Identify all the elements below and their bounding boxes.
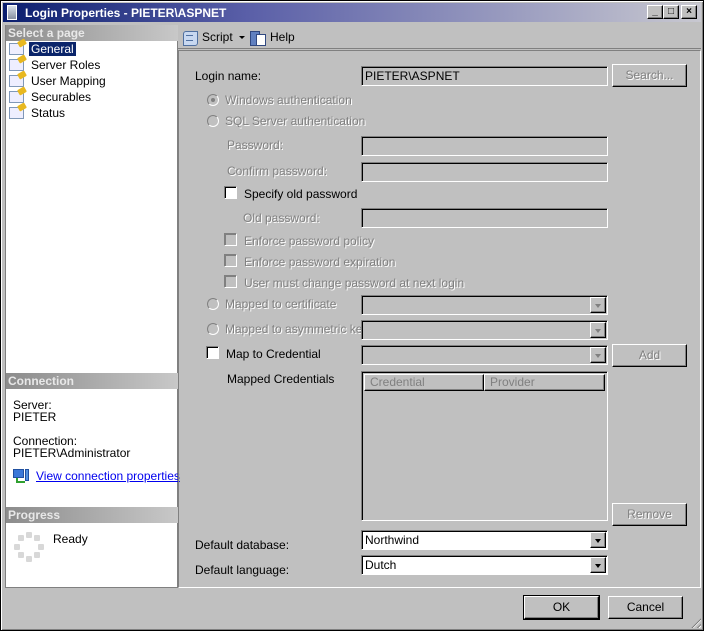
page-label: Server Roles xyxy=(31,58,101,72)
connection-value: PIETER\Administrator xyxy=(13,446,131,460)
must-change-password-label: User must change password at next login xyxy=(244,276,465,290)
view-connection-properties-text[interactable]: View connection properties xyxy=(36,469,180,483)
asymmetric-key-select[interactable] xyxy=(361,320,608,340)
confirm-password-input[interactable] xyxy=(361,162,608,182)
must-change-password-checkbox[interactable] xyxy=(224,275,237,288)
login-properties-dialog: Login Properties - PIETER\ASPNET _ □ × S… xyxy=(0,0,704,631)
progress-header: Progress xyxy=(6,507,178,523)
help-icon xyxy=(250,30,266,46)
select-page-header: Select a page xyxy=(6,25,178,41)
specify-old-password-checkbox[interactable] xyxy=(224,186,237,199)
chevron-down-icon[interactable] xyxy=(590,557,606,573)
enforce-password-policy-checkbox[interactable] xyxy=(224,233,237,246)
default-language-label: Default language: xyxy=(195,563,290,577)
default-language-value: Dutch xyxy=(365,558,397,572)
windows-authentication-radio[interactable] xyxy=(207,94,219,106)
general-page: Login name: PIETER\ASPNET Search... Wind… xyxy=(178,50,701,588)
certificate-select[interactable] xyxy=(361,295,608,315)
credential-select[interactable] xyxy=(361,345,608,365)
page-user-mapping[interactable]: User Mapping xyxy=(6,73,178,89)
page-label: Securables xyxy=(31,90,92,104)
login-name-input[interactable]: PIETER\ASPNET xyxy=(361,66,608,86)
sql-authentication-label: SQL Server authentication xyxy=(225,114,366,128)
sql-authentication-radio[interactable] xyxy=(207,115,219,127)
left-panel: Select a page General Server Roles User … xyxy=(5,25,180,588)
mapped-credentials-label: Mapped Credentials xyxy=(227,372,335,386)
server-value: PIETER xyxy=(13,410,57,424)
old-password-label: Old password: xyxy=(243,211,320,225)
window-title: Login Properties - PIETER\ASPNET xyxy=(25,6,227,20)
page-icon xyxy=(9,91,24,103)
page-label: Status xyxy=(31,106,66,120)
mapped-to-certificate-radio[interactable] xyxy=(207,298,219,310)
resize-grip-icon[interactable] xyxy=(689,616,701,628)
mapped-credentials-grid[interactable]: Credential Provider xyxy=(361,371,608,521)
connection-header: Connection xyxy=(6,373,178,389)
ok-button[interactable]: OK xyxy=(523,595,600,620)
search-button[interactable]: Search... xyxy=(612,64,687,87)
specify-old-password-label: Specify old password xyxy=(244,187,358,201)
close-button[interactable]: × xyxy=(681,5,697,19)
mapped-to-asymmetric-key-label: Mapped to asymmetric key xyxy=(225,322,369,336)
toolbar: Script Help xyxy=(178,25,701,49)
script-icon xyxy=(182,30,198,46)
page-icon xyxy=(9,43,24,55)
page-general[interactable]: General xyxy=(6,41,178,57)
map-to-credential-label: Map to Credential xyxy=(226,347,321,361)
connection-properties-icon xyxy=(13,469,29,483)
remove-credential-button[interactable]: Remove xyxy=(612,503,687,526)
old-password-input[interactable] xyxy=(361,208,608,228)
help-label: Help xyxy=(270,30,295,44)
windows-authentication-label: Windows authentication xyxy=(225,93,352,107)
title-bar[interactable]: Login Properties - PIETER\ASPNET _ □ × xyxy=(3,3,701,22)
map-to-credential-checkbox[interactable] xyxy=(206,346,219,359)
chevron-down-icon[interactable] xyxy=(590,322,606,338)
chevron-down-icon[interactable] xyxy=(590,347,606,363)
password-input[interactable] xyxy=(361,136,608,156)
window-icon xyxy=(7,5,17,20)
page-list: General Server Roles User Mapping Secura… xyxy=(6,41,178,121)
enforce-password-policy-label: Enforce password policy xyxy=(244,234,375,248)
cancel-button[interactable]: Cancel xyxy=(608,596,683,619)
script-button[interactable]: Script xyxy=(182,28,245,46)
script-dropdown-icon[interactable] xyxy=(238,35,245,39)
login-name-label: Login name: xyxy=(195,69,262,83)
enforce-password-expiration-label: Enforce password expiration xyxy=(244,255,396,269)
script-label: Script xyxy=(202,30,233,44)
password-label: Password: xyxy=(227,138,284,152)
default-database-select[interactable]: Northwind xyxy=(361,530,608,550)
chevron-down-icon[interactable] xyxy=(590,297,606,313)
chevron-down-icon[interactable] xyxy=(590,532,606,548)
page-label: User Mapping xyxy=(31,74,106,88)
page-icon xyxy=(9,107,24,119)
enforce-password-expiration-checkbox[interactable] xyxy=(224,254,237,267)
add-credential-button[interactable]: Add xyxy=(612,344,687,367)
minimize-button[interactable]: _ xyxy=(647,5,663,19)
page-securables[interactable]: Securables xyxy=(6,89,178,105)
connection-info: Server: PIETER Connection: PIETER\Admini… xyxy=(13,399,178,459)
page-icon xyxy=(9,75,24,87)
default-database-label: Default database: xyxy=(195,538,290,552)
view-connection-properties-link[interactable]: View connection properties xyxy=(13,469,180,483)
column-header-provider[interactable]: Provider xyxy=(484,374,605,391)
confirm-password-label: Confirm password: xyxy=(227,164,328,178)
page-icon xyxy=(9,59,24,71)
mapped-to-certificate-label: Mapped to certificate xyxy=(225,297,337,311)
page-server-roles[interactable]: Server Roles xyxy=(6,57,178,73)
default-language-select[interactable]: Dutch xyxy=(361,555,608,575)
default-database-value: Northwind xyxy=(365,533,420,547)
help-button[interactable]: Help xyxy=(250,28,295,46)
mapped-to-asymmetric-key-radio[interactable] xyxy=(207,323,219,335)
progress-spinner-icon xyxy=(14,532,44,562)
progress-status: Ready xyxy=(53,532,88,546)
maximize-button[interactable]: □ xyxy=(663,5,679,19)
column-header-credential[interactable]: Credential xyxy=(364,374,484,391)
page-label: General xyxy=(29,42,76,56)
page-status[interactable]: Status xyxy=(6,105,178,121)
